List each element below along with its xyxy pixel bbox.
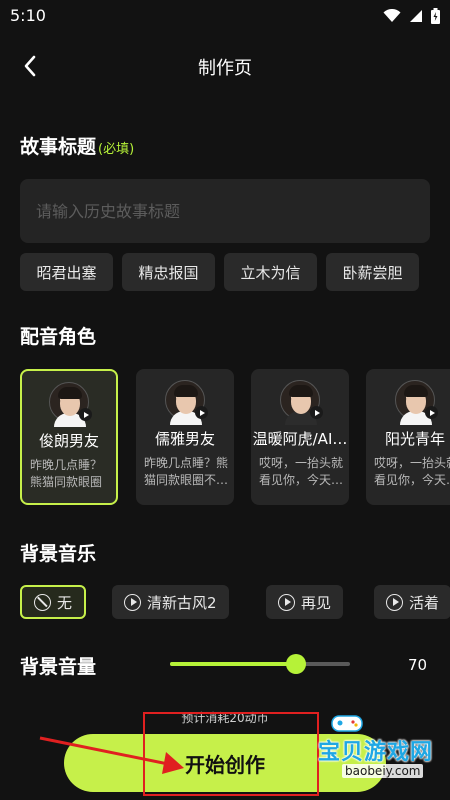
voice-name: 温暖阿虎/AI… bbox=[252, 430, 348, 448]
wifi-icon bbox=[383, 9, 401, 22]
page-title: 制作页 bbox=[198, 58, 252, 79]
play-icon bbox=[124, 593, 141, 611]
slider-thumb[interactable] bbox=[286, 654, 306, 674]
top-bar: 制作页 bbox=[0, 40, 450, 94]
avatar bbox=[49, 382, 92, 427]
music-list[interactable]: 无 清新古风2 再见 活着 bbox=[20, 585, 450, 621]
watermark-title: 宝贝游戏网 bbox=[318, 740, 434, 765]
required-tag: (必填) bbox=[98, 142, 135, 157]
voice-card-2[interactable]: 温暖阿虎/AI… 哎呀，一抬头就看见你，今天… bbox=[251, 369, 349, 505]
volume-value: 70 bbox=[408, 656, 428, 674]
music-option-2[interactable]: 再见 bbox=[266, 585, 344, 619]
title-suggestions: 昭君出塞 精忠报国 立木为信 卧薪尝胆 bbox=[20, 253, 419, 291]
status-icons bbox=[383, 8, 440, 24]
voice-role-heading: 配音角色 bbox=[20, 326, 97, 348]
music-option-3[interactable]: 活着 bbox=[374, 585, 450, 619]
status-time: 5:10 bbox=[10, 6, 46, 25]
status-bar: 5:10 bbox=[0, 0, 450, 32]
avatar bbox=[395, 380, 438, 425]
story-title-input[interactable] bbox=[20, 179, 430, 243]
voice-card-0[interactable]: 俊朗男友 昨晚几点睡？熊猫同款眼圈不… bbox=[20, 369, 118, 505]
voice-desc: 哎呀，一抬头就看见你，今天… bbox=[259, 456, 344, 487]
story-title-label: 故事标题 bbox=[20, 136, 97, 158]
story-title-heading: 故事标题 (必填) bbox=[20, 132, 134, 159]
suggestion-chip[interactable]: 卧薪尝胆 bbox=[326, 253, 419, 291]
suggestion-chip[interactable]: 精忠报国 bbox=[122, 253, 215, 291]
music-label: 清新古风2 bbox=[147, 593, 217, 612]
watermark-logo: 宝贝游戏网 baobeiy.com bbox=[290, 710, 450, 790]
battery-icon bbox=[431, 8, 440, 24]
voice-name: 阳光青年 bbox=[384, 430, 445, 448]
signal-icon bbox=[410, 10, 422, 22]
voice-name: 儒雅男友 bbox=[154, 430, 215, 448]
none-icon bbox=[34, 593, 51, 611]
play-icon bbox=[425, 406, 438, 419]
music-option-none[interactable]: 无 bbox=[20, 585, 87, 619]
suggestion-chip[interactable]: 昭君出塞 bbox=[20, 253, 113, 291]
watermark-url: baobeiy.com bbox=[342, 764, 424, 778]
play-icon bbox=[195, 406, 208, 419]
music-label: 活着 bbox=[409, 593, 440, 612]
voice-desc: 昨晚几点睡？熊猫同款眼圈不… bbox=[30, 458, 103, 489]
voice-role-list[interactable]: 俊朗男友 昨晚几点睡？熊猫同款眼圈不… 儒雅男友 昨晚几点睡？熊猫同款眼圈不… … bbox=[20, 369, 450, 509]
voice-desc: 哎呀，一抬头就看见你，今天… bbox=[374, 456, 450, 487]
volume-label: 背景音量 bbox=[20, 656, 97, 678]
play-icon bbox=[386, 593, 403, 611]
avatar bbox=[165, 380, 208, 425]
gamepad-icon bbox=[331, 715, 363, 732]
music-option-1[interactable]: 清新古风2 bbox=[112, 585, 229, 619]
volume-slider[interactable] bbox=[170, 654, 350, 674]
voice-name: 俊朗男友 bbox=[38, 432, 99, 450]
music-heading: 背景音乐 bbox=[20, 543, 97, 565]
voice-card-3[interactable]: 阳光青年 哎呀，一抬头就看见你，今天… bbox=[366, 369, 450, 505]
voice-desc: 昨晚几点睡？熊猫同款眼圈不… bbox=[144, 456, 229, 487]
play-icon bbox=[278, 593, 295, 611]
slider-fill bbox=[170, 662, 296, 666]
music-label: 再见 bbox=[301, 593, 332, 612]
suggestion-chip[interactable]: 立木为信 bbox=[224, 253, 317, 291]
avatar bbox=[280, 380, 323, 425]
music-label: 无 bbox=[57, 593, 73, 612]
play-icon bbox=[310, 406, 323, 419]
voice-card-1[interactable]: 儒雅男友 昨晚几点睡？熊猫同款眼圈不… bbox=[136, 369, 234, 505]
play-icon bbox=[79, 408, 92, 421]
